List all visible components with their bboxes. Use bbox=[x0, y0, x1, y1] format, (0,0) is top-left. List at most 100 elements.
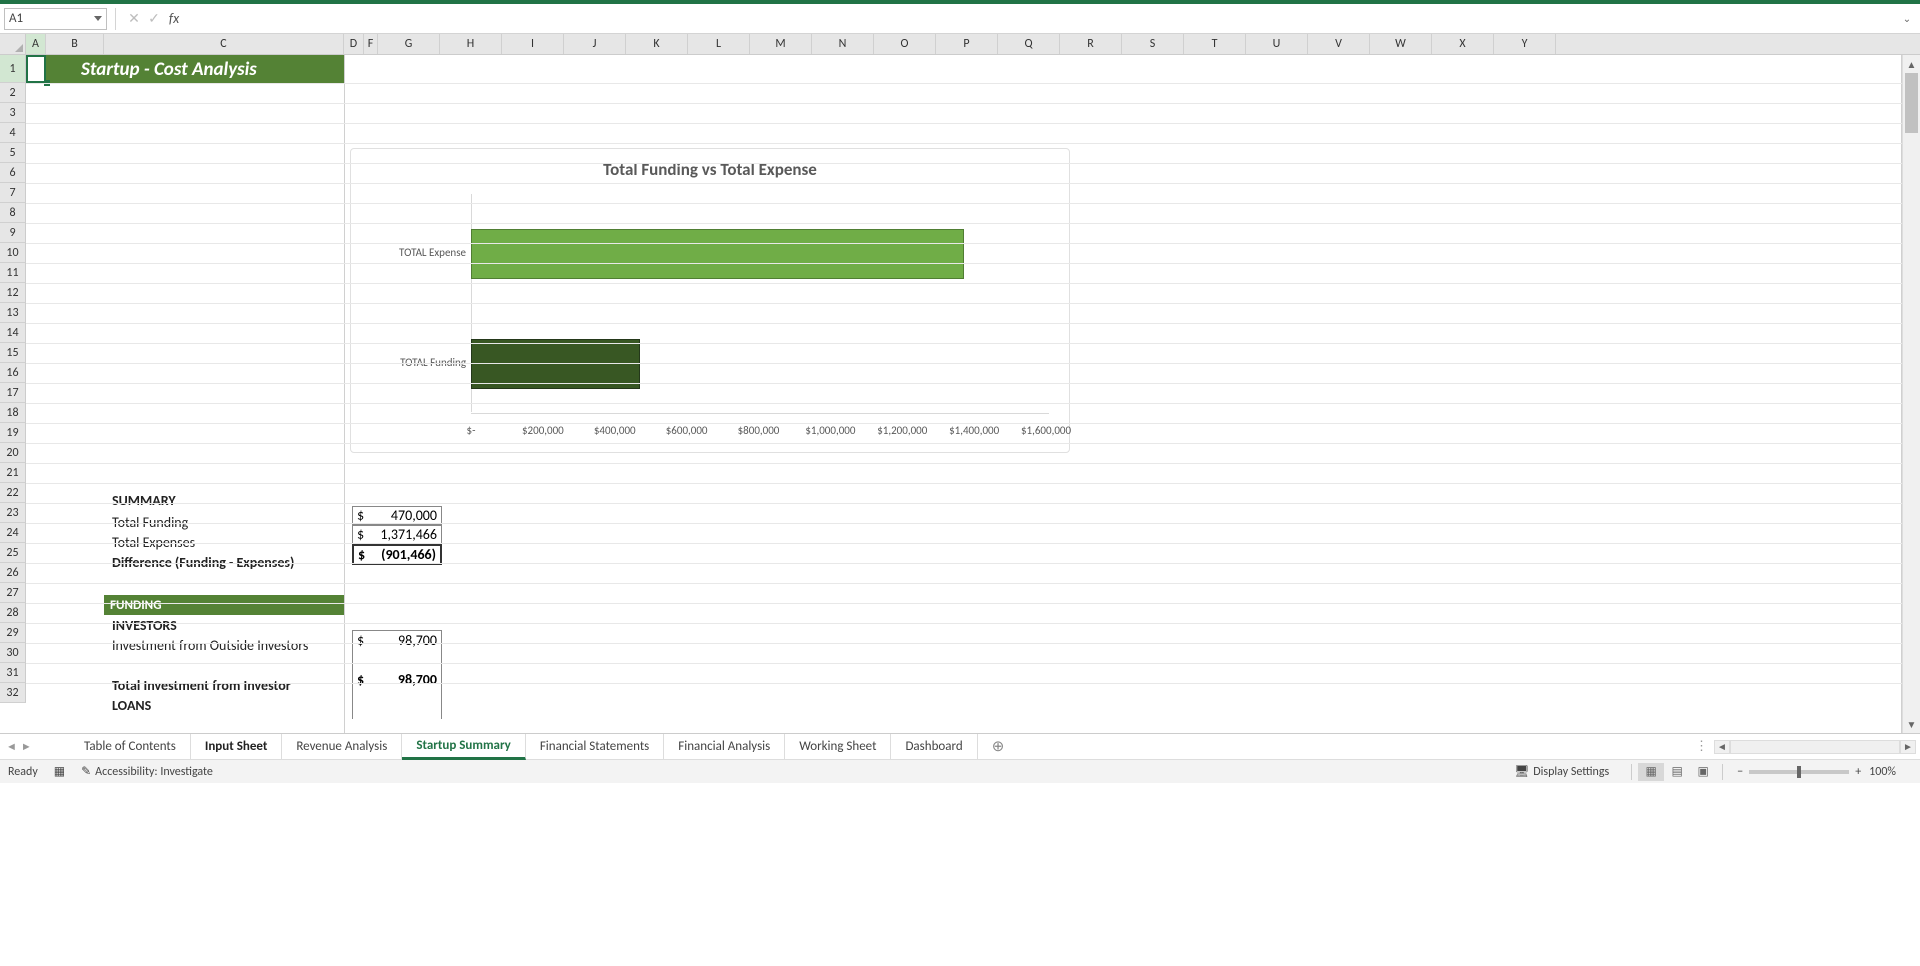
row-header-22[interactable]: 22 bbox=[0, 483, 26, 503]
macro-record-icon[interactable]: ▦ bbox=[54, 764, 65, 779]
accessibility-status[interactable]: ✎ Accessibility: Investigate bbox=[81, 764, 213, 779]
row-header-21[interactable]: 21 bbox=[0, 463, 26, 483]
col-header-V[interactable]: V bbox=[1308, 34, 1370, 54]
col-header-J[interactable]: J bbox=[564, 34, 626, 54]
fx-icon[interactable]: fx bbox=[164, 10, 184, 27]
formula-input[interactable] bbox=[184, 8, 1898, 30]
cells-area[interactable]: Startup - Cost Analysis Total Funding vs… bbox=[26, 55, 1920, 733]
row-header-8[interactable]: 8 bbox=[0, 203, 26, 223]
col-header-Q[interactable]: Q bbox=[998, 34, 1060, 54]
row-header-19[interactable]: 19 bbox=[0, 423, 26, 443]
row-header-23[interactable]: 23 bbox=[0, 503, 26, 523]
col-header-U[interactable]: U bbox=[1246, 34, 1308, 54]
row-header-9[interactable]: 9 bbox=[0, 223, 26, 243]
hscroll-right-icon[interactable]: ► bbox=[1900, 740, 1916, 754]
sheet-title-band: Startup - Cost Analysis bbox=[26, 55, 344, 83]
select-all-corner[interactable] bbox=[0, 34, 26, 54]
row-header-16[interactable]: 16 bbox=[0, 363, 26, 383]
sheet-tab[interactable]: Financial Analysis bbox=[664, 734, 785, 760]
row-header-5[interactable]: 5 bbox=[0, 143, 26, 163]
sheet-tab[interactable]: Revenue Analysis bbox=[282, 734, 402, 760]
row-header-6[interactable]: 6 bbox=[0, 163, 26, 183]
row-header-11[interactable]: 11 bbox=[0, 263, 26, 283]
zoom-slider[interactable]: − + bbox=[1737, 765, 1861, 779]
row-header-1[interactable]: 1 bbox=[0, 55, 26, 83]
hscroll-track[interactable] bbox=[1730, 740, 1900, 754]
chart-x-tick: $1,600,000 bbox=[1021, 424, 1071, 437]
add-sheet-button[interactable]: ⊕ bbox=[978, 734, 1019, 760]
col-header-F[interactable]: F bbox=[364, 34, 378, 54]
col-header-G[interactable]: G bbox=[378, 34, 440, 54]
col-header-T[interactable]: T bbox=[1184, 34, 1246, 54]
display-settings-button[interactable]: 🖥 Display Settings bbox=[1514, 764, 1609, 779]
zoom-out-icon[interactable]: − bbox=[1737, 765, 1743, 779]
sheet-tab[interactable]: Startup Summary bbox=[402, 734, 526, 760]
row-header-17[interactable]: 17 bbox=[0, 383, 26, 403]
accessibility-icon: ✎ bbox=[81, 764, 91, 779]
col-header-O[interactable]: O bbox=[874, 34, 936, 54]
zoom-in-icon[interactable]: + bbox=[1855, 765, 1861, 779]
row-header-24[interactable]: 24 bbox=[0, 523, 26, 543]
chart[interactable]: Total Funding vs Total Expense TOTAL Exp… bbox=[350, 148, 1070, 453]
col-header-L[interactable]: L bbox=[688, 34, 750, 54]
row-header-25[interactable]: 25 bbox=[0, 543, 26, 563]
expand-formula-bar-icon[interactable]: ⌄ bbox=[1898, 12, 1916, 25]
row-header-14[interactable]: 14 bbox=[0, 323, 26, 343]
row-header-18[interactable]: 18 bbox=[0, 403, 26, 423]
normal-view-icon[interactable]: ▦ bbox=[1638, 763, 1664, 781]
sheet-tab[interactable]: Dashboard bbox=[891, 734, 977, 760]
row-header-30[interactable]: 30 bbox=[0, 643, 26, 663]
col-header-N[interactable]: N bbox=[812, 34, 874, 54]
total-investor-value: $98,700 bbox=[352, 668, 442, 690]
tab-nav-prev-icon[interactable]: ◄ bbox=[6, 740, 17, 753]
col-header-B[interactable]: B bbox=[46, 34, 104, 54]
row-header-28[interactable]: 28 bbox=[0, 603, 26, 623]
tab-nav[interactable]: ◄ ► bbox=[0, 740, 70, 753]
col-header-H[interactable]: H bbox=[440, 34, 502, 54]
row-header-31[interactable]: 31 bbox=[0, 663, 26, 683]
sheet-tab[interactable]: Table of Contents bbox=[70, 734, 191, 760]
row-header-4[interactable]: 4 bbox=[0, 123, 26, 143]
sheet-tab[interactable]: Working Sheet bbox=[785, 734, 891, 760]
col-header-P[interactable]: P bbox=[936, 34, 998, 54]
page-break-view-icon[interactable]: ▣ bbox=[1690, 763, 1716, 781]
col-header-W[interactable]: W bbox=[1370, 34, 1432, 54]
scroll-up-icon[interactable]: ▲ bbox=[1903, 55, 1920, 73]
col-header-Y[interactable]: Y bbox=[1494, 34, 1556, 54]
col-header-D[interactable]: D bbox=[344, 34, 364, 54]
row-header-12[interactable]: 12 bbox=[0, 283, 26, 303]
row-header-20[interactable]: 20 bbox=[0, 443, 26, 463]
tab-nav-next-icon[interactable]: ► bbox=[21, 740, 32, 753]
col-header-S[interactable]: S bbox=[1122, 34, 1184, 54]
scroll-thumb[interactable] bbox=[1905, 73, 1918, 133]
chart-x-tick: $400,000 bbox=[594, 424, 636, 437]
sheet-tab[interactable]: Input Sheet bbox=[191, 734, 282, 760]
vertical-scrollbar[interactable]: ▲ ▼ bbox=[1902, 55, 1920, 733]
col-header-A[interactable]: A bbox=[26, 34, 46, 54]
row-header-2[interactable]: 2 bbox=[0, 83, 26, 103]
row-header-3[interactable]: 3 bbox=[0, 103, 26, 123]
row-header-26[interactable]: 26 bbox=[0, 563, 26, 583]
row-header-27[interactable]: 27 bbox=[0, 583, 26, 603]
summary-value-1: $1,371,466 bbox=[352, 525, 442, 544]
name-box[interactable]: A1 bbox=[4, 8, 107, 30]
chart-bar bbox=[471, 339, 640, 389]
row-header-29[interactable]: 29 bbox=[0, 623, 26, 643]
col-header-C[interactable]: C bbox=[104, 34, 344, 54]
zoom-level[interactable]: 100% bbox=[1869, 765, 1896, 779]
col-header-M[interactable]: M bbox=[750, 34, 812, 54]
row-header-7[interactable]: 7 bbox=[0, 183, 26, 203]
col-header-X[interactable]: X bbox=[1432, 34, 1494, 54]
active-cell[interactable] bbox=[26, 55, 46, 83]
col-header-K[interactable]: K bbox=[626, 34, 688, 54]
hscroll-left-icon[interactable]: ◄ bbox=[1714, 740, 1730, 754]
page-layout-view-icon[interactable]: ▤ bbox=[1664, 763, 1690, 781]
sheet-tab[interactable]: Financial Statements bbox=[526, 734, 664, 760]
scroll-down-icon[interactable]: ▼ bbox=[1903, 715, 1920, 733]
col-header-R[interactable]: R bbox=[1060, 34, 1122, 54]
col-header-I[interactable]: I bbox=[502, 34, 564, 54]
row-header-10[interactable]: 10 bbox=[0, 243, 26, 263]
row-header-13[interactable]: 13 bbox=[0, 303, 26, 323]
row-header-15[interactable]: 15 bbox=[0, 343, 26, 363]
row-header-32[interactable]: 32 bbox=[0, 683, 26, 703]
